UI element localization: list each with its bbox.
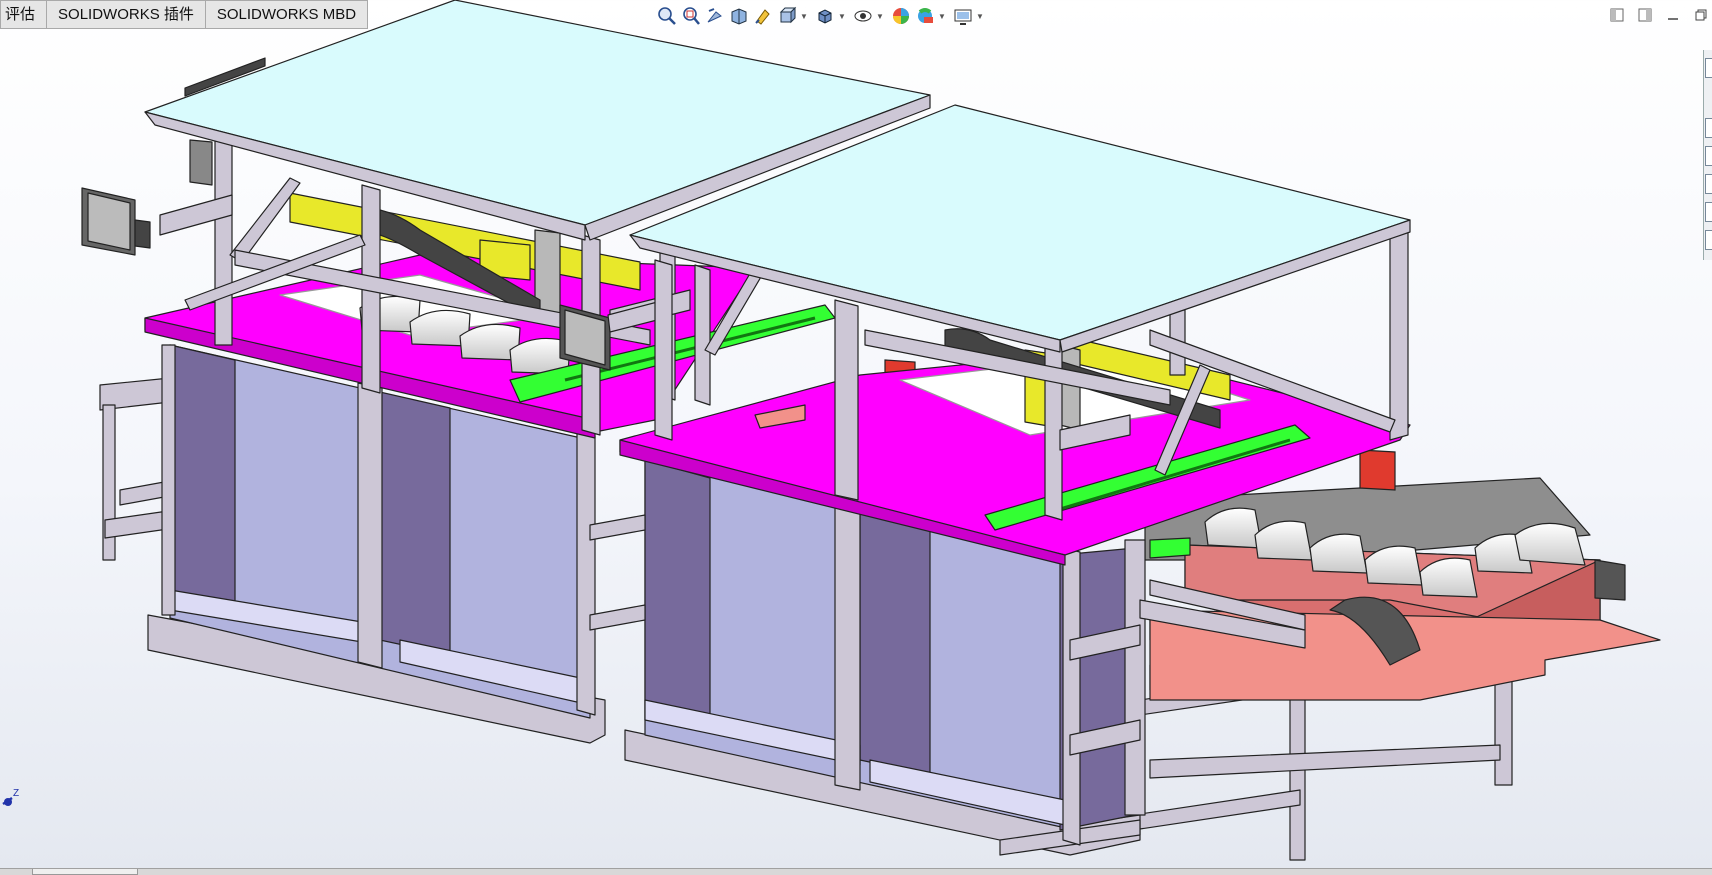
chevron-down-icon[interactable]: ▼ [876, 5, 884, 27]
task-pane-tab[interactable] [1705, 146, 1712, 166]
conveyor-section [1099, 477, 1661, 861]
previous-view-icon[interactable] [704, 5, 726, 27]
view-orientation-icon[interactable] [776, 5, 798, 27]
apply-scene-icon[interactable] [914, 5, 936, 27]
restore-icon[interactable] [1690, 4, 1712, 26]
hide-show-items-icon[interactable] [852, 5, 874, 27]
chevron-down-icon[interactable]: ▼ [800, 5, 808, 27]
dynamic-annotation-views-icon[interactable] [752, 5, 774, 27]
chevron-down-icon[interactable]: ▼ [976, 5, 984, 27]
chevron-down-icon[interactable]: ▼ [838, 5, 846, 27]
task-pane [1703, 50, 1712, 260]
task-pane-tab[interactable] [1705, 230, 1712, 250]
model-viewport[interactable] [0, 0, 1712, 874]
tab-solidworks-mbd[interactable]: SOLIDWORKS MBD [205, 0, 369, 29]
tab-solidworks-addins[interactable]: SOLIDWORKS 插件 [47, 0, 206, 29]
task-pane-tab[interactable] [1705, 118, 1712, 138]
section-view-icon[interactable] [728, 5, 750, 27]
heads-up-view-toolbar: ▼ ▼ ▼ ▼ ▼ [656, 3, 988, 29]
minimize-icon[interactable] [1662, 4, 1684, 26]
tile-right-icon[interactable] [1634, 4, 1656, 26]
green-block [1149, 537, 1191, 559]
command-manager-tabs: 评估 SOLIDWORKS 插件 SOLIDWORKS MBD [0, 0, 369, 29]
task-pane-tab[interactable] [1705, 202, 1712, 222]
chevron-down-icon[interactable]: ▼ [938, 5, 946, 27]
module-2 [589, 104, 1411, 856]
reference-triad: Z [0, 784, 24, 808]
task-pane-tab[interactable] [1705, 174, 1712, 194]
model-tab[interactable] [32, 869, 138, 875]
edit-appearance-icon[interactable] [890, 5, 912, 27]
zoom-to-fit-icon[interactable] [656, 5, 678, 27]
tab-evaluate[interactable]: 评估 [0, 0, 48, 29]
zoom-to-area-icon[interactable] [680, 5, 702, 27]
monitor-left [81, 187, 151, 256]
view-settings-icon[interactable] [952, 5, 974, 27]
document-window-controls [1606, 4, 1712, 26]
tile-left-icon[interactable] [1606, 4, 1628, 26]
triad-axis-label: Z [13, 788, 19, 799]
display-style-icon[interactable] [814, 5, 836, 27]
task-pane-tab[interactable] [1705, 58, 1712, 78]
